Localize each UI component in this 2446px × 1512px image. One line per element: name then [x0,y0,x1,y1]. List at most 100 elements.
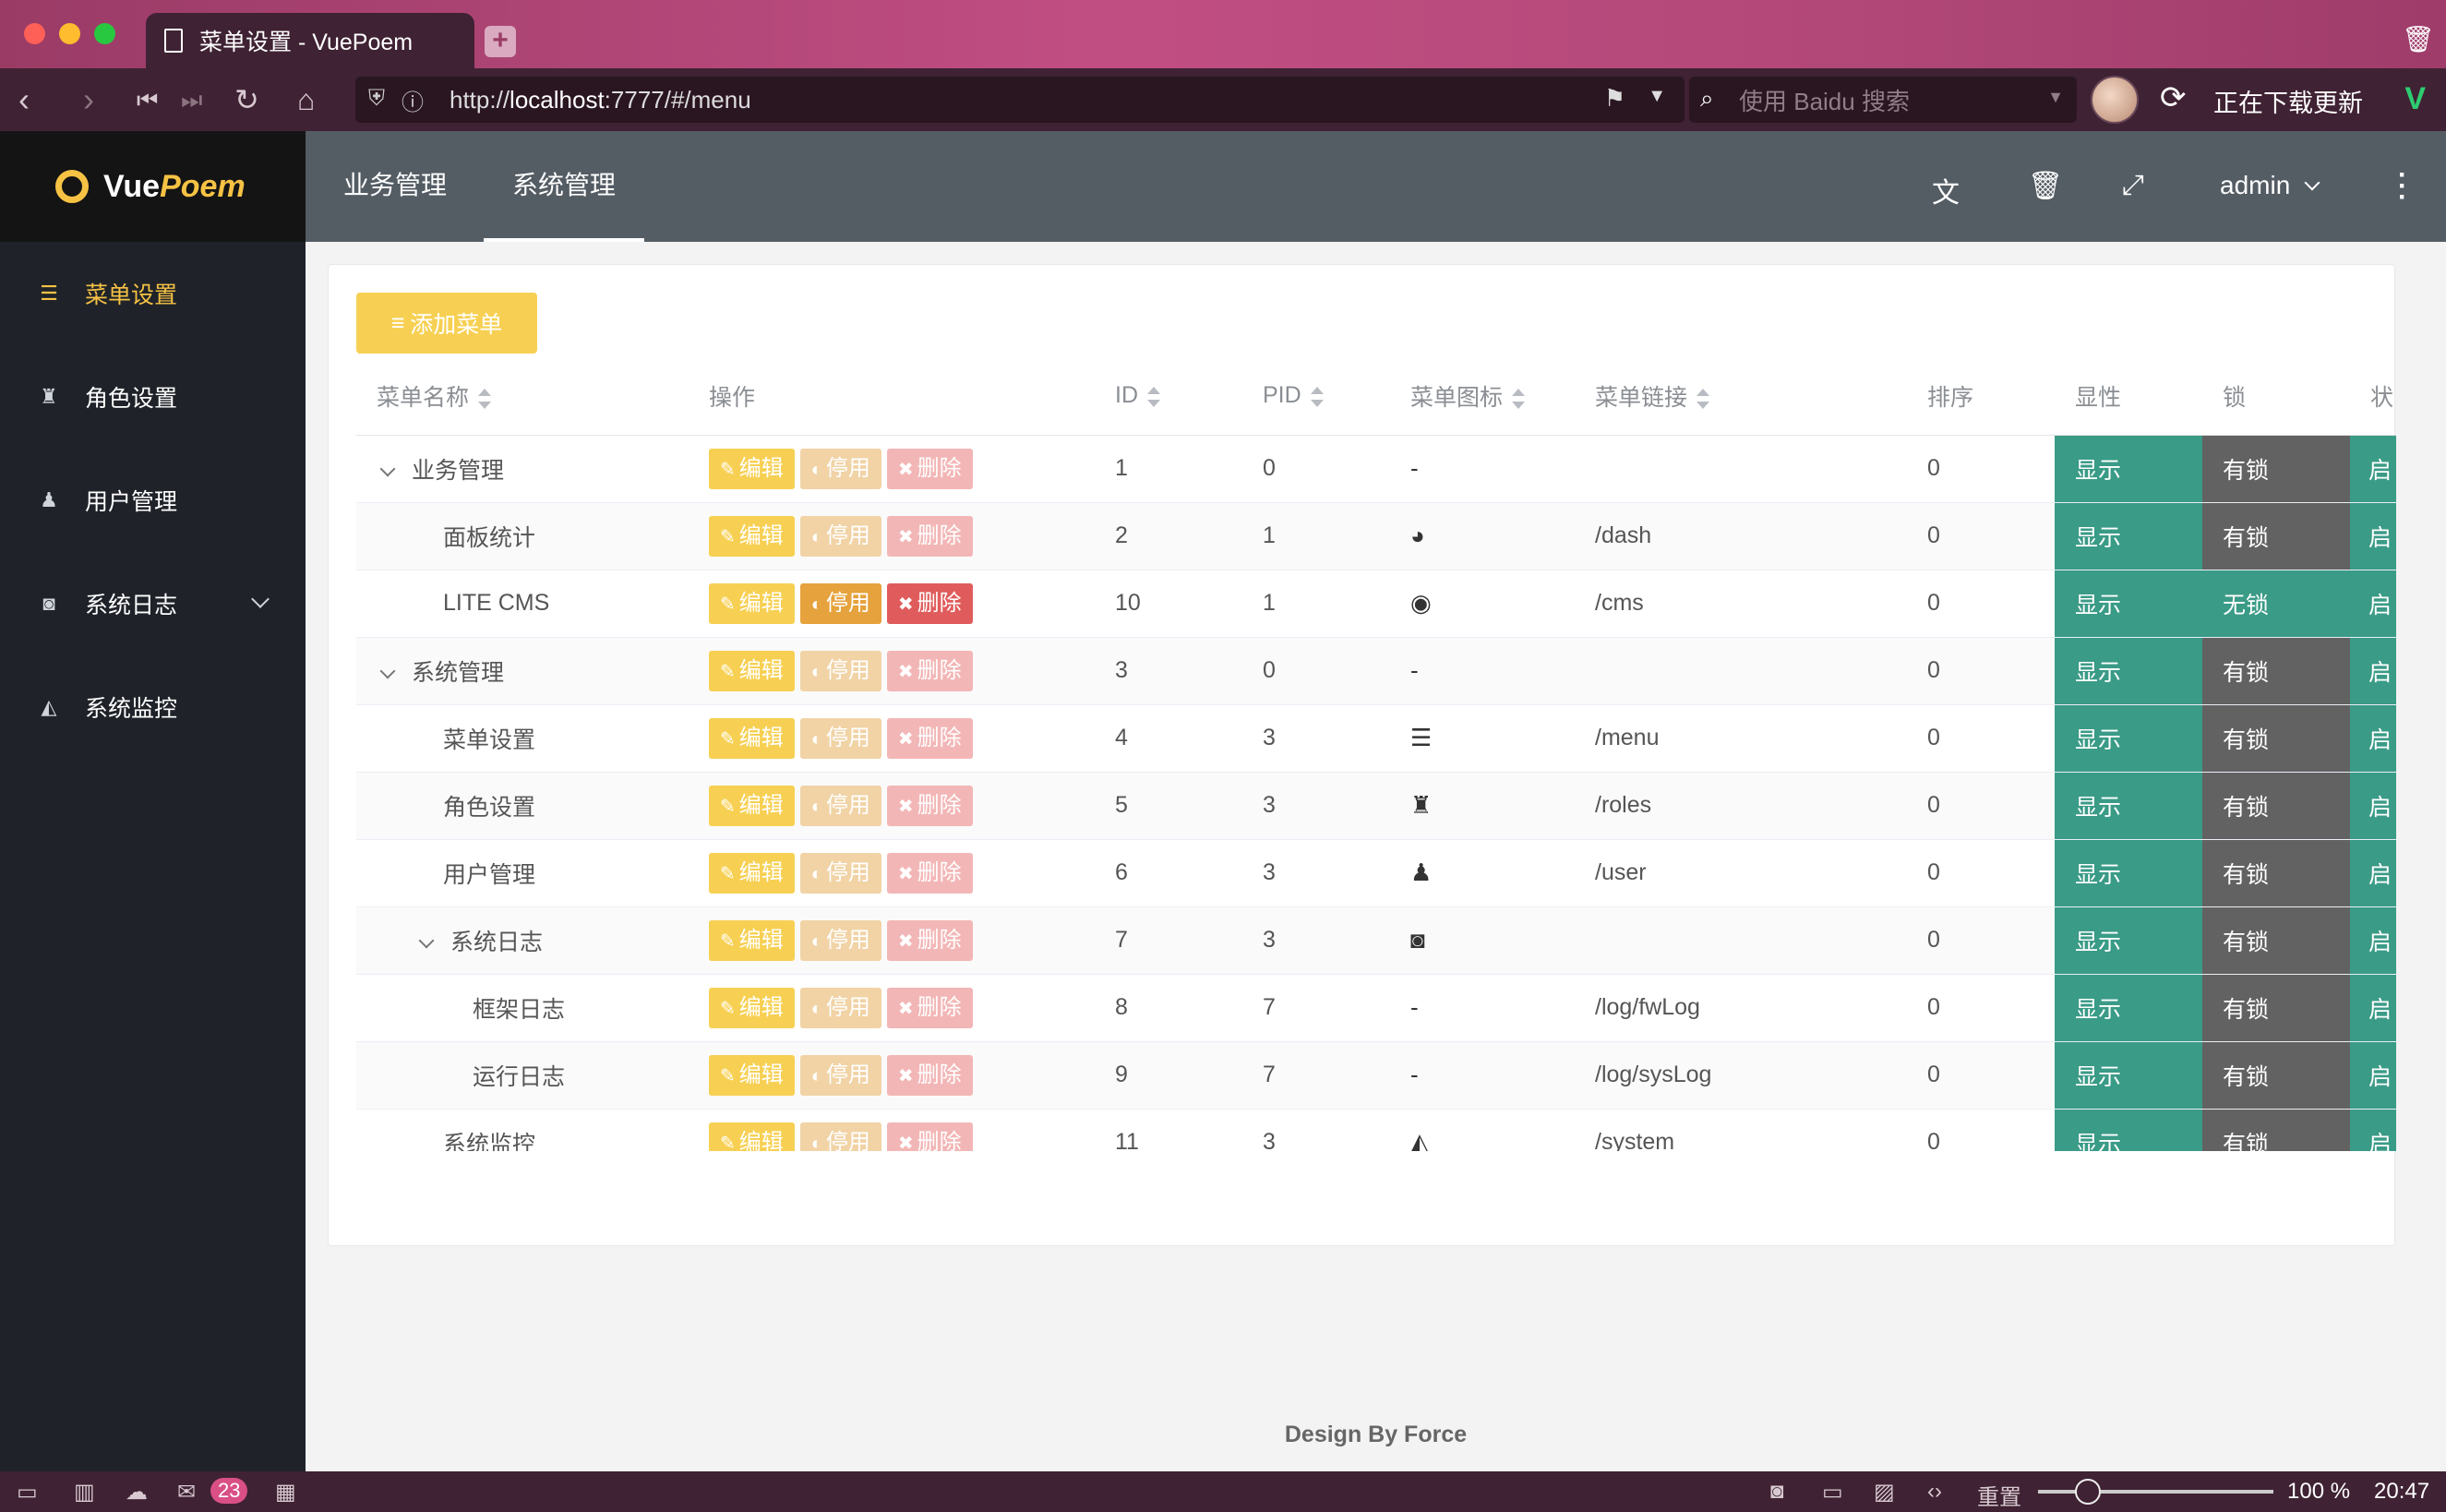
chevron-down-icon[interactable]: ▼ [1648,86,1666,107]
cell-lock[interactable]: 有锁 [2202,772,2350,840]
edit-button[interactable]: ✎ 编辑 [709,785,795,826]
cell-lock[interactable]: 有锁 [2202,637,2350,705]
cell-visible[interactable]: 显示 [2055,570,2202,638]
cell-status[interactable]: 启 [2350,1109,2396,1151]
minimize-window-button[interactable] [59,23,80,44]
edit-button[interactable]: ✎ 编辑 [709,650,795,691]
trash-icon[interactable]: 🗑 [2028,170,2063,202]
cell-visible[interactable]: 显示 [2055,704,2202,773]
delete-button[interactable]: ✖ 删除 [886,1122,973,1151]
cell-visible[interactable]: 显示 [2055,906,2202,975]
cloud-icon[interactable]: ☁ [126,1479,148,1506]
delete-button[interactable]: ✖ 删除 [886,717,973,759]
expand-arrow-icon[interactable] [379,663,396,678]
cell-visible[interactable]: 显示 [2055,435,2202,503]
delete-button[interactable]: ✖ 删除 [886,650,973,691]
update-status[interactable]: 正在下载更新 [2213,83,2363,119]
disable-button[interactable]: ◐ 停用 [799,448,881,489]
edit-button[interactable]: ✎ 编辑 [709,919,795,961]
chevron-down-icon[interactable]: ▼ [2047,88,2064,107]
search-input[interactable]: ⌕ 使用 Baidu 搜索 ▼ [1689,77,2077,123]
disable-button[interactable]: ◐ 停用 [799,919,881,961]
cell-visible[interactable]: 显示 [2055,637,2202,705]
tab-business-management[interactable]: 业务管理 [343,131,447,242]
cell-visible[interactable]: 显示 [2055,1109,2202,1151]
tab-system-management[interactable]: 系统管理 [484,131,645,242]
cell-visible[interactable]: 显示 [2055,839,2202,907]
address-bar[interactable]: ⛨ ⓘ http://localhost:7777/#/menu ⚑ ▼ [355,77,1685,123]
user-menu[interactable]: admin [2220,131,2320,240]
zoom-slider[interactable] [2038,1479,2273,1505]
avatar[interactable] [2091,76,2139,124]
panel-toggle-icon[interactable]: ▭ [17,1479,38,1506]
zoom-slider-knob[interactable] [2075,1479,2101,1505]
edit-button[interactable]: ✎ 编辑 [709,1054,795,1096]
edit-button[interactable]: ✎ 编辑 [709,987,795,1028]
close-window-button[interactable] [24,23,45,44]
expand-arrow-icon[interactable] [379,461,396,476]
cell-lock[interactable]: 有锁 [2202,906,2350,975]
add-menu-button[interactable]: ≡ 添加菜单 [356,293,537,354]
delete-button[interactable]: ✖ 删除 [886,515,973,557]
reload-icon[interactable]: ↻ [234,81,259,118]
cell-visible[interactable]: 显示 [2055,772,2202,840]
new-tab-button[interactable]: + [485,26,516,57]
tab-tiling-icon[interactable]: ▥ [74,1479,95,1506]
cell-status[interactable]: 启 [2350,704,2396,773]
vivaldi-menu-icon[interactable]: V [2404,81,2426,117]
cell-lock[interactable]: 有锁 [2202,1041,2350,1110]
delete-button[interactable]: ✖ 删除 [886,582,973,624]
edit-button[interactable]: ✎ 编辑 [709,717,795,759]
disable-button[interactable]: ◐ 停用 [799,582,881,624]
cell-lock[interactable]: 有锁 [2202,435,2350,503]
maximize-window-button[interactable] [94,23,115,44]
bookmark-icon[interactable]: ⚑ [1604,84,1625,113]
delete-button[interactable]: ✖ 删除 [886,987,973,1028]
delete-button[interactable]: ✖ 删除 [886,785,973,826]
disable-button[interactable]: ◐ 停用 [799,987,881,1028]
cell-visible[interactable]: 显示 [2055,1041,2202,1110]
delete-button[interactable]: ✖ 删除 [886,919,973,961]
sidebar-item-system-monitor[interactable]: ◭ 系统监控 [0,655,306,759]
disable-button[interactable]: ◐ 停用 [799,650,881,691]
expand-arrow-icon[interactable] [418,932,435,948]
disable-button[interactable]: ◐ 停用 [799,852,881,894]
sidebar-item-menu-settings[interactable]: ☰ 菜单设置 [0,242,306,345]
sort-icon[interactable] [1697,389,1710,410]
cell-lock[interactable]: 有锁 [2202,974,2350,1042]
cell-status[interactable]: 启 [2350,570,2396,638]
sidebar-item-user-management[interactable]: ♟ 用户管理 [0,449,306,552]
cell-lock[interactable]: 有锁 [2202,502,2350,570]
disable-button[interactable]: ◐ 停用 [799,717,881,759]
cell-lock[interactable]: 有锁 [2202,1109,2350,1151]
edit-button[interactable]: ✎ 编辑 [709,582,795,624]
disable-button[interactable]: ◐ 停用 [799,515,881,557]
back-icon[interactable]: ‹ [18,81,30,118]
sidebar-item-role-settings[interactable]: ♜ 角色设置 [0,345,306,449]
cell-lock[interactable]: 有锁 [2202,704,2350,773]
delete-button[interactable]: ✖ 删除 [886,1054,973,1096]
zoom-reset[interactable]: 重置 [1977,1479,2021,1511]
calendar-icon[interactable]: ▦ [275,1479,296,1506]
column-header-icon[interactable]: 菜单图标 [1390,357,1575,436]
cell-visible[interactable]: 显示 [2055,974,2202,1042]
edit-button[interactable]: ✎ 编辑 [709,1122,795,1151]
column-header-link[interactable]: 菜单链接 [1575,357,1907,436]
delete-button[interactable]: ✖ 删除 [886,852,973,894]
trash-icon[interactable]: 🗑 [2402,24,2435,54]
window-icon[interactable]: ▭ [1822,1479,1843,1506]
camera-icon[interactable]: ◙ [1770,1479,1784,1505]
column-header-pid[interactable]: PID [1242,357,1390,436]
cell-status[interactable]: 启 [2350,974,2396,1042]
column-header-id[interactable]: ID [1095,357,1242,436]
rewind-icon[interactable]: ⏮ [137,81,158,118]
disable-button[interactable]: ◐ 停用 [799,1122,881,1151]
mail-icon[interactable]: ✉ [177,1479,196,1506]
edit-button[interactable]: ✎ 编辑 [709,515,795,557]
code-icon[interactable]: ‹› [1927,1479,1942,1505]
cell-status[interactable]: 启 [2350,435,2396,503]
fullscreen-icon[interactable]: ⤢ [2122,170,2144,201]
disable-button[interactable]: ◐ 停用 [799,785,881,826]
fast-forward-icon[interactable]: ⏭ [181,81,202,118]
cell-status[interactable]: 启 [2350,502,2396,570]
